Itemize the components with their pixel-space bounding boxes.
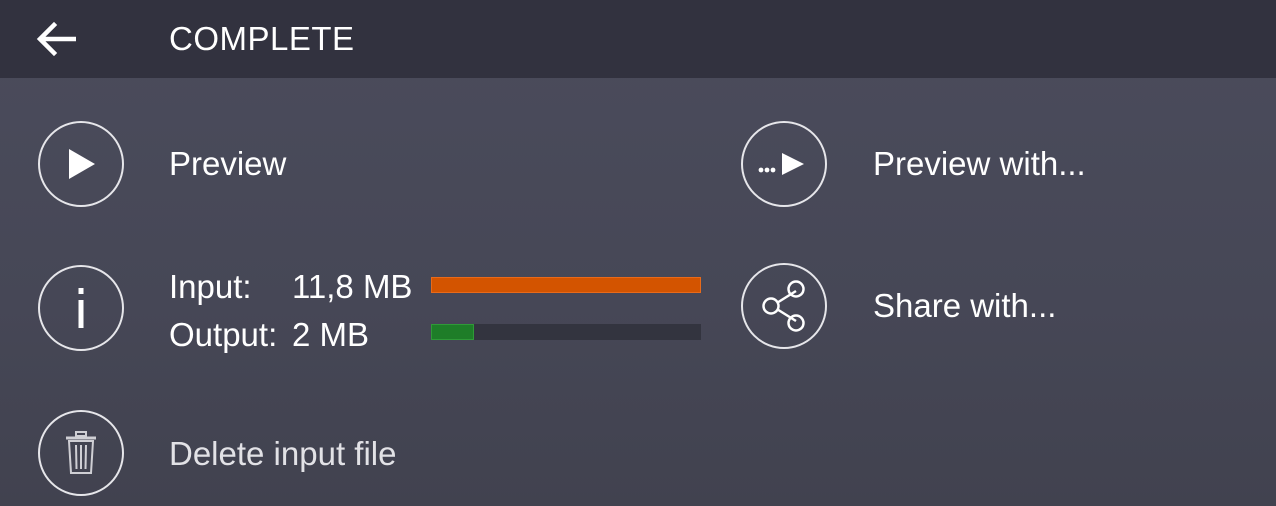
output-size-bar-fill — [431, 324, 475, 340]
back-button[interactable] — [26, 14, 86, 64]
delete-button[interactable] — [38, 410, 124, 496]
share-icon — [762, 280, 805, 332]
play-with-icon — [758, 153, 804, 175]
back-arrow-icon — [36, 21, 76, 57]
output-size-bar — [431, 324, 701, 340]
preview-label[interactable]: Preview — [169, 145, 286, 183]
page-title: COMPLETE — [169, 20, 355, 57]
share-with-label[interactable]: Share with... — [873, 287, 1056, 325]
info-icon — [78, 288, 84, 328]
preview-with-button[interactable] — [741, 121, 827, 207]
delete-input-label[interactable]: Delete input file — [169, 435, 396, 473]
input-size: 11,8 MB — [292, 268, 413, 305]
input-size-bar — [431, 277, 701, 293]
input-label: Input: — [169, 268, 252, 305]
output-label: Output: — [169, 316, 278, 353]
play-icon — [69, 149, 95, 179]
trash-icon — [66, 431, 96, 474]
input-size-bar-fill — [432, 278, 700, 292]
output-size: 2 MB — [292, 316, 370, 353]
info-button — [38, 265, 124, 351]
preview-with-label[interactable]: Preview with... — [873, 145, 1086, 183]
app-toolbar: COMPLETE — [0, 0, 1276, 78]
preview-button[interactable] — [38, 121, 124, 207]
share-button[interactable] — [741, 263, 827, 349]
